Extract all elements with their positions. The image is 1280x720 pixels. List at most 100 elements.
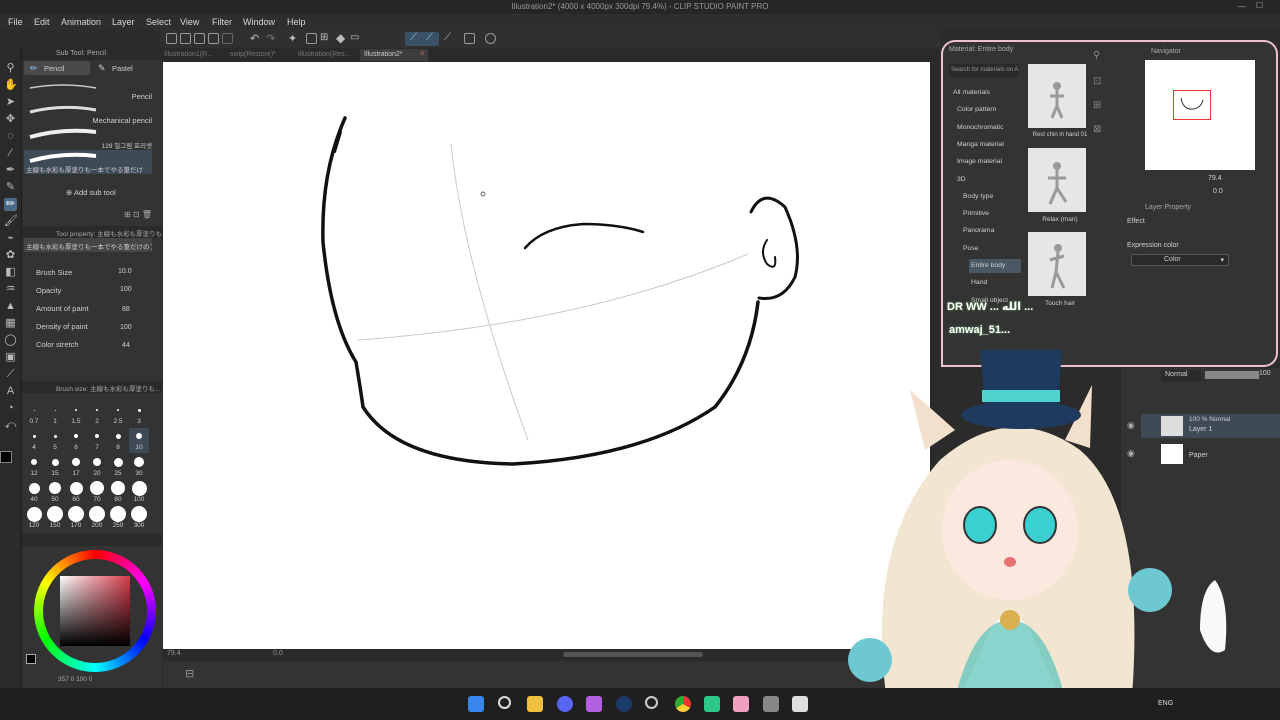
material-tree-item[interactable]: 3D <box>955 173 1021 187</box>
save-icon[interactable] <box>194 33 205 44</box>
material-search-icon[interactable]: ⚲ <box>1093 50 1100 61</box>
material-thumb[interactable] <box>1028 148 1086 212</box>
expression-color-select[interactable]: Color ▾ <box>1131 254 1229 266</box>
windows-start-icon[interactable] <box>468 696 484 712</box>
tp-row-amount-of-paint[interactable]: Amount of paint 88 <box>36 302 154 316</box>
operation-icon[interactable]: ➤ <box>4 96 17 109</box>
brush-size-option[interactable]: 80 <box>108 480 128 505</box>
brush-size-option[interactable]: 150 <box>45 506 65 531</box>
airbrush-icon[interactable]: ⌁ <box>4 232 17 245</box>
add-subtool-button[interactable]: ⊕ Add sub tool <box>66 188 116 197</box>
menu-filter[interactable]: Filter <box>212 17 232 27</box>
material-tree-item[interactable]: Entire body <box>969 259 1021 273</box>
brush-size-option[interactable]: 12 <box>24 454 44 479</box>
material-thumb[interactable] <box>1028 232 1086 296</box>
navigator-zoom[interactable]: 79.4 <box>1208 175 1222 182</box>
frame-icon[interactable]: ▣ <box>4 351 17 364</box>
settings-icon[interactable] <box>645 696 658 709</box>
zoom-icon[interactable]: ⚲ <box>4 62 17 75</box>
material-tree-item[interactable]: Primitive <box>961 207 1021 221</box>
brush-size-option[interactable]: 15 <box>45 454 65 479</box>
app-gray-icon[interactable] <box>763 696 779 712</box>
menu-edit[interactable]: Edit <box>34 17 50 27</box>
close-tab-icon[interactable]: × <box>420 49 425 58</box>
discord-icon[interactable] <box>557 696 573 712</box>
file-explorer-icon[interactable] <box>527 696 543 712</box>
brush-size-option[interactable]: 17 <box>66 454 86 479</box>
tab-swip[interactable]: swip(Restore)* <box>226 49 280 61</box>
pen-icon[interactable]: ✒ <box>4 164 17 177</box>
ruler-tool-icon[interactable]: ⟋ <box>4 368 17 381</box>
material-delete-icon[interactable]: ⊠ <box>1093 124 1101 135</box>
lasso-icon[interactable]: ◌ <box>4 130 17 143</box>
color-wheel[interactable] <box>34 550 156 672</box>
brush-size-option[interactable]: 6 <box>66 428 86 453</box>
language-indicator[interactable]: ENG <box>1158 700 1173 707</box>
material-paste-icon[interactable]: ⊡ <box>1093 76 1101 87</box>
brush-size-option[interactable]: 170 <box>66 506 86 531</box>
subtool-group-pencil[interactable]: ✏ Pencil <box>24 61 90 75</box>
canvas[interactable] <box>163 62 930 649</box>
subtool-group-pastel[interactable]: ✎ Pastel <box>92 61 158 75</box>
menu-help[interactable]: Help <box>287 17 306 27</box>
search-icon[interactable] <box>498 696 511 709</box>
fill-tool-icon[interactable]: ▲ <box>4 300 17 313</box>
settings-icon[interactable]: ✦ <box>288 32 297 45</box>
material-tree-item[interactable]: Manga material <box>955 138 1021 152</box>
layout-icon[interactable]: ⊟ <box>185 667 194 680</box>
saturation-value-square[interactable] <box>60 576 130 646</box>
material-tree-item[interactable]: Pose <box>961 242 1021 256</box>
material-tree-item[interactable]: Color pattern <box>955 103 1021 117</box>
main-color-mini[interactable] <box>26 654 36 664</box>
export-icon[interactable] <box>222 33 233 44</box>
brush-size-option[interactable]: 3 <box>129 402 149 427</box>
brush-size-option[interactable]: 40 <box>24 480 44 505</box>
brush-size-option[interactable]: 70 <box>87 480 107 505</box>
gradient-icon[interactable]: ▦ <box>4 317 17 330</box>
brush-size-option[interactable]: 60 <box>66 480 86 505</box>
brush-size-option[interactable]: 8 <box>108 428 128 453</box>
menu-window[interactable]: Window <box>243 17 275 27</box>
balloon-icon[interactable]: ◔ <box>4 402 17 415</box>
correct-line-icon[interactable]: ⤺ <box>4 419 17 432</box>
brush-size-option[interactable]: 10 <box>129 428 149 453</box>
brush-size-option[interactable]: 1.5 <box>66 402 86 427</box>
special-ruler-snap-icon[interactable]: ⟋ <box>426 32 433 43</box>
navigator-rotation[interactable]: 0.0 <box>1213 188 1223 195</box>
chrome-icon[interactable] <box>675 696 691 712</box>
maximize-button[interactable]: ☐ <box>1256 1 1263 10</box>
clear-icon[interactable]: ▭ <box>350 32 359 43</box>
ruler-icon[interactable] <box>464 33 475 44</box>
subtool-item-selected[interactable]: 主線も水彩も厚塗りも一本でやる筆だけ <box>24 150 152 174</box>
brush-size-option[interactable]: 5 <box>45 428 65 453</box>
rotation-readout[interactable]: 0.0 <box>273 650 283 657</box>
tp-row-color-stretch[interactable]: Color stretch 44 <box>36 338 154 352</box>
brush-size-option[interactable]: 100 <box>129 480 149 505</box>
tab-illustration2[interactable]: Illustration2* <box>360 49 428 61</box>
material-search-input[interactable]: Search for materials on A... <box>949 64 1019 77</box>
decoration-icon[interactable]: ✿ <box>4 249 17 262</box>
horizontal-scrollbar[interactable] <box>563 652 703 657</box>
menu-view[interactable]: View <box>180 17 199 27</box>
new-file-icon[interactable] <box>166 33 177 44</box>
crop-icon[interactable] <box>306 33 317 44</box>
app-green-icon[interactable] <box>704 696 720 712</box>
material-add-icon[interactable]: ⊞ <box>1093 100 1101 111</box>
hand-icon[interactable]: ✋ <box>4 79 18 92</box>
brush-size-option[interactable]: 1 <box>45 402 65 427</box>
brush-size-option[interactable]: 50 <box>45 480 65 505</box>
brush-size-option[interactable]: 4 <box>24 428 44 453</box>
brush-size-option[interactable]: 300 <box>129 506 149 531</box>
navigator-preview[interactable] <box>1145 60 1255 170</box>
minimize-button[interactable]: — <box>1238 2 1246 11</box>
tab-illustration1[interactable]: Illustration1(R... <box>160 49 217 61</box>
move-layer-icon[interactable]: ✥ <box>4 113 17 126</box>
undo-icon[interactable]: ↶ <box>250 32 259 45</box>
transform-icon[interactable]: ⊞ <box>320 32 328 43</box>
material-tree-item[interactable]: Panorama <box>961 224 1021 238</box>
blend-icon[interactable]: ♒ <box>4 283 17 296</box>
subtool-item-pencil[interactable]: Pencil <box>24 78 152 102</box>
tp-row-opacity[interactable]: Opacity 100 <box>36 284 154 298</box>
eyedropper-icon[interactable]: ⁄ <box>4 147 17 160</box>
open-icon[interactable] <box>180 33 191 44</box>
